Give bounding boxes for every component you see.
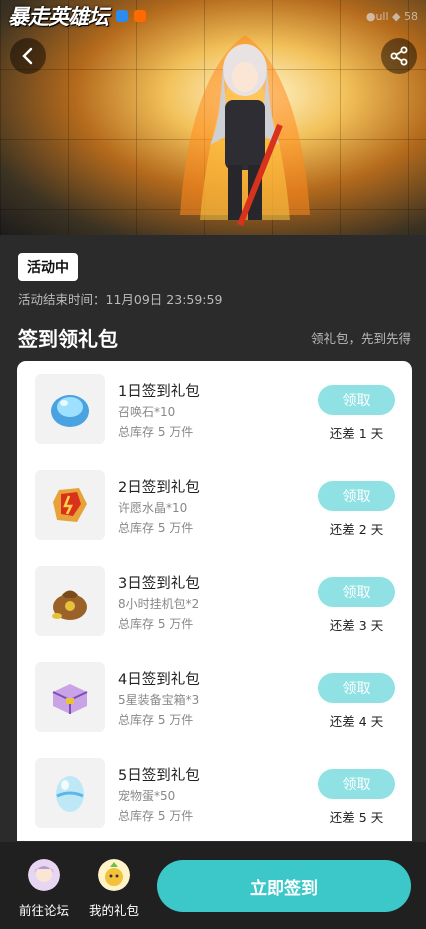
chevron-left-icon — [22, 47, 33, 65]
reward-row: 1日签到礼包 召唤石*10 总库存 5 万件 领取 还差 1 天 — [17, 361, 412, 457]
reward-item: 5星装备宝箱*3 — [118, 693, 200, 707]
summon-stone-icon — [51, 395, 89, 427]
reward-thumbnail — [35, 566, 105, 636]
activity-end-time: 活动结束时间：11月09日 23:59:59 — [18, 292, 223, 307]
hero-character-image — [180, 35, 310, 227]
reward-title: 4日签到礼包 — [118, 672, 200, 688]
days-remaining: 还差 1 天 — [329, 426, 384, 441]
reward-row: 5日签到礼包 宠物蛋*50 总库存 5 万件 领取 还差 5 天 — [17, 745, 412, 841]
reward-item: 召唤石*10 — [118, 405, 176, 419]
status-badge: 活动中 — [18, 253, 78, 281]
section-header: 签到领礼包 领礼包，先到先得 — [18, 323, 411, 352]
reward-row: 3日签到礼包 8小时挂机包*2 总库存 5 万件 领取 还差 3 天 — [17, 553, 412, 649]
days-remaining: 还差 2 天 — [329, 522, 384, 537]
reward-title: 3日签到礼包 — [118, 576, 200, 592]
reward-thumbnail — [35, 374, 105, 444]
days-remaining: 还差 3 天 — [329, 618, 384, 633]
reward-item: 宠物蛋*50 — [118, 789, 176, 803]
reward-stock: 总库存 5 万件 — [118, 521, 194, 535]
hero-banner: 暴走英雄坛 ●ull ◆ 58 — [0, 0, 426, 235]
reward-stock: 总库存 5 万件 — [118, 425, 194, 439]
reward-row: 4日签到礼包 5星装备宝箱*3 总库存 5 万件 领取 还差 4 天 — [17, 649, 412, 745]
wish-crystal-icon — [53, 488, 87, 522]
reward-item: 8小时挂机包*2 — [118, 597, 200, 611]
equipment-chest-icon — [52, 684, 88, 714]
sign-in-button[interactable]: 立即签到 — [157, 860, 411, 912]
reward-title: 5日签到礼包 — [118, 768, 200, 784]
back-button[interactable] — [10, 38, 46, 74]
reward-thumbnail — [35, 470, 105, 540]
share-icon — [390, 46, 408, 66]
claim-button[interactable]: 领取 — [318, 385, 395, 415]
forum-nav-button[interactable]: 前往论坛 — [14, 859, 74, 919]
bottom-bar: 前往论坛 我的礼包 立即签到 — [0, 842, 426, 929]
reward-title: 1日签到礼包 — [118, 384, 200, 400]
activity-info: 活动中 活动结束时间：11月09日 23:59:59 — [18, 253, 222, 308]
status-bar: 暴走英雄坛 ●ull ◆ 58 — [8, 2, 418, 30]
reward-item: 许愿水晶*10 — [118, 501, 188, 515]
reward-thumbnail — [35, 758, 105, 828]
reward-stock: 总库存 5 万件 — [118, 809, 194, 823]
days-remaining: 还差 4 天 — [329, 714, 384, 729]
pet-egg-icon — [56, 776, 84, 812]
forum-avatar-icon — [28, 859, 60, 891]
claim-button[interactable]: 领取 — [318, 769, 395, 799]
reward-thumbnail — [35, 662, 105, 732]
my-gifts-label: 我的礼包 — [88, 903, 139, 918]
signal-battery-status: ●ull ◆ 58 — [365, 9, 418, 23]
reward-stock: 总库存 5 万件 — [118, 713, 194, 727]
claim-button[interactable]: 领取 — [318, 481, 395, 511]
reward-list: 1日签到礼包 召唤石*10 总库存 5 万件 领取 还差 1 天 2日签到礼包 … — [17, 361, 412, 841]
days-remaining: 还差 5 天 — [329, 810, 384, 825]
app-logo: 暴走英雄坛 — [8, 5, 109, 29]
share-button[interactable] — [381, 38, 417, 74]
gift-mascot-icon — [98, 859, 130, 891]
reward-title: 2日签到礼包 — [118, 480, 200, 496]
claim-button[interactable]: 领取 — [318, 673, 395, 703]
reward-stock: 总库存 5 万件 — [118, 617, 194, 631]
mi-app-icon — [134, 10, 146, 22]
forum-label: 前往论坛 — [18, 903, 69, 918]
section-hint: 领礼包，先到先得 — [310, 331, 411, 346]
my-gifts-nav-button[interactable]: 我的礼包 — [84, 859, 144, 919]
section-title: 签到领礼包 — [18, 327, 118, 351]
claim-button[interactable]: 领取 — [318, 577, 395, 607]
reward-row: 2日签到礼包 许愿水晶*10 总库存 5 万件 领取 还差 2 天 — [17, 457, 412, 553]
chat-app-icon — [116, 10, 128, 22]
idle-bag-icon — [52, 590, 87, 620]
